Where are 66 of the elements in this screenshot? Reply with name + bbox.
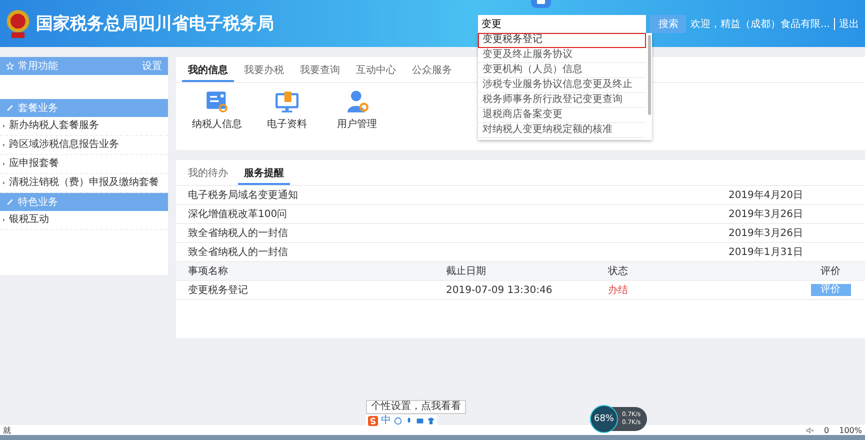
notice-date: 2019年3月26日	[728, 227, 803, 240]
status-text: 就	[3, 424, 11, 436]
main-tab[interactable]: 我的信息	[182, 60, 234, 82]
table-cell-text: 变更税务登记	[188, 284, 249, 297]
notice-link[interactable]: 致全省纳税人的一封信	[188, 245, 288, 259]
main-tab[interactable]: 我要办税	[238, 60, 290, 82]
status-text: 办结	[608, 284, 629, 297]
messages-count[interactable]: 0	[824, 426, 830, 434]
suggestion-item[interactable]: 涉税专业服务协议信息变更及终止	[478, 78, 646, 92]
suggestion-item[interactable]: 税务师事务所行政登记变更查询	[478, 92, 646, 108]
main-tab[interactable]: 公众服务	[406, 60, 458, 82]
icon-label: 纳税人信息	[192, 118, 242, 131]
scrollbar[interactable]	[648, 34, 652, 114]
icon-label: 用户管理	[337, 118, 377, 131]
zoom-level[interactable]: 100%	[839, 426, 862, 434]
search-field[interactable]: 变更	[478, 14, 646, 32]
sidebar-item[interactable]: 清税注销税（费）申报及缴纳套餐	[9, 174, 159, 192]
ime-logo-icon[interactable]	[368, 416, 378, 426]
sidebar-title: 常用功能	[18, 60, 58, 73]
suggestion-item[interactable]: 退税商店备案变更	[478, 108, 646, 122]
section-title: 特色业务	[18, 196, 58, 209]
sidebar-item[interactable]: 跨区域涉税信息报告业务	[9, 136, 119, 154]
suggestion-item[interactable]: 变更及终止服务协议	[478, 48, 646, 62]
notice-link[interactable]: 电子税务局域名变更通知	[188, 188, 298, 202]
memory-percent[interactable]: 68%	[590, 405, 618, 433]
suggestion-item[interactable]: 对纳税人变更纳税定额的核准	[478, 122, 646, 138]
sidebar-item[interactable]: 应申报套餐	[9, 155, 59, 173]
bullet-icon	[2, 143, 6, 147]
ime-mode-toggle[interactable]: 中	[381, 415, 391, 426]
main-tab[interactable]: 互动中心	[350, 60, 402, 82]
bullet-icon	[2, 181, 6, 185]
notice-date: 2019年3月26日	[728, 208, 803, 221]
section-title: 套餐业务	[18, 102, 58, 115]
emblem-icon	[4, 8, 32, 40]
sidebar-item[interactable]: 银税互动	[9, 211, 49, 229]
sub-tab[interactable]: 服务提醒	[238, 163, 290, 185]
column-header: 评价	[820, 265, 842, 278]
pencil-icon	[6, 104, 14, 112]
notice-link[interactable]: 致全省纳税人的一封信	[188, 226, 288, 240]
site-title: 国家税务总局四川省电子税务局	[36, 13, 274, 35]
speaker-muted-icon[interactable]	[806, 426, 814, 434]
suggestion-item[interactable]: 变更机构（人员）信息	[478, 62, 646, 78]
suggestion-item[interactable]: 变更税务登记	[478, 32, 646, 48]
main-tab[interactable]: 我要查询	[294, 60, 346, 82]
microphone-icon[interactable]	[405, 416, 413, 424]
column-header: 状态	[608, 264, 629, 278]
bullet-icon	[2, 124, 6, 128]
sidebar-item[interactable]: 新办纳税人套餐服务	[9, 117, 99, 135]
column-header: 截止日期	[446, 264, 487, 278]
ime-tooltip: 个性设置，点我看看	[366, 400, 466, 414]
star-icon	[6, 62, 14, 70]
bullet-icon	[2, 218, 6, 222]
icon-label: 电子资料	[267, 118, 307, 131]
id-card-icon[interactable]	[204, 89, 230, 115]
notice-date: 2019年1月31日	[728, 246, 803, 259]
pencil-icon	[6, 198, 14, 206]
column-header: 事项名称	[188, 264, 229, 278]
notice-link[interactable]: 深化增值税改革100问	[188, 207, 288, 221]
welcome-text: 欢迎，精益（成都）食品有限...	[690, 18, 830, 30]
bullet-icon	[2, 162, 6, 166]
keyboard-icon[interactable]	[416, 416, 424, 424]
monitor-icon[interactable]	[274, 89, 300, 115]
sub-tab[interactable]: 我的待办	[182, 163, 234, 185]
notice-date: 2019年4月20日	[728, 189, 803, 202]
shirt-icon[interactable]	[427, 416, 435, 424]
table-cell-text: 2019-07-09 13:30:46	[446, 284, 554, 296]
